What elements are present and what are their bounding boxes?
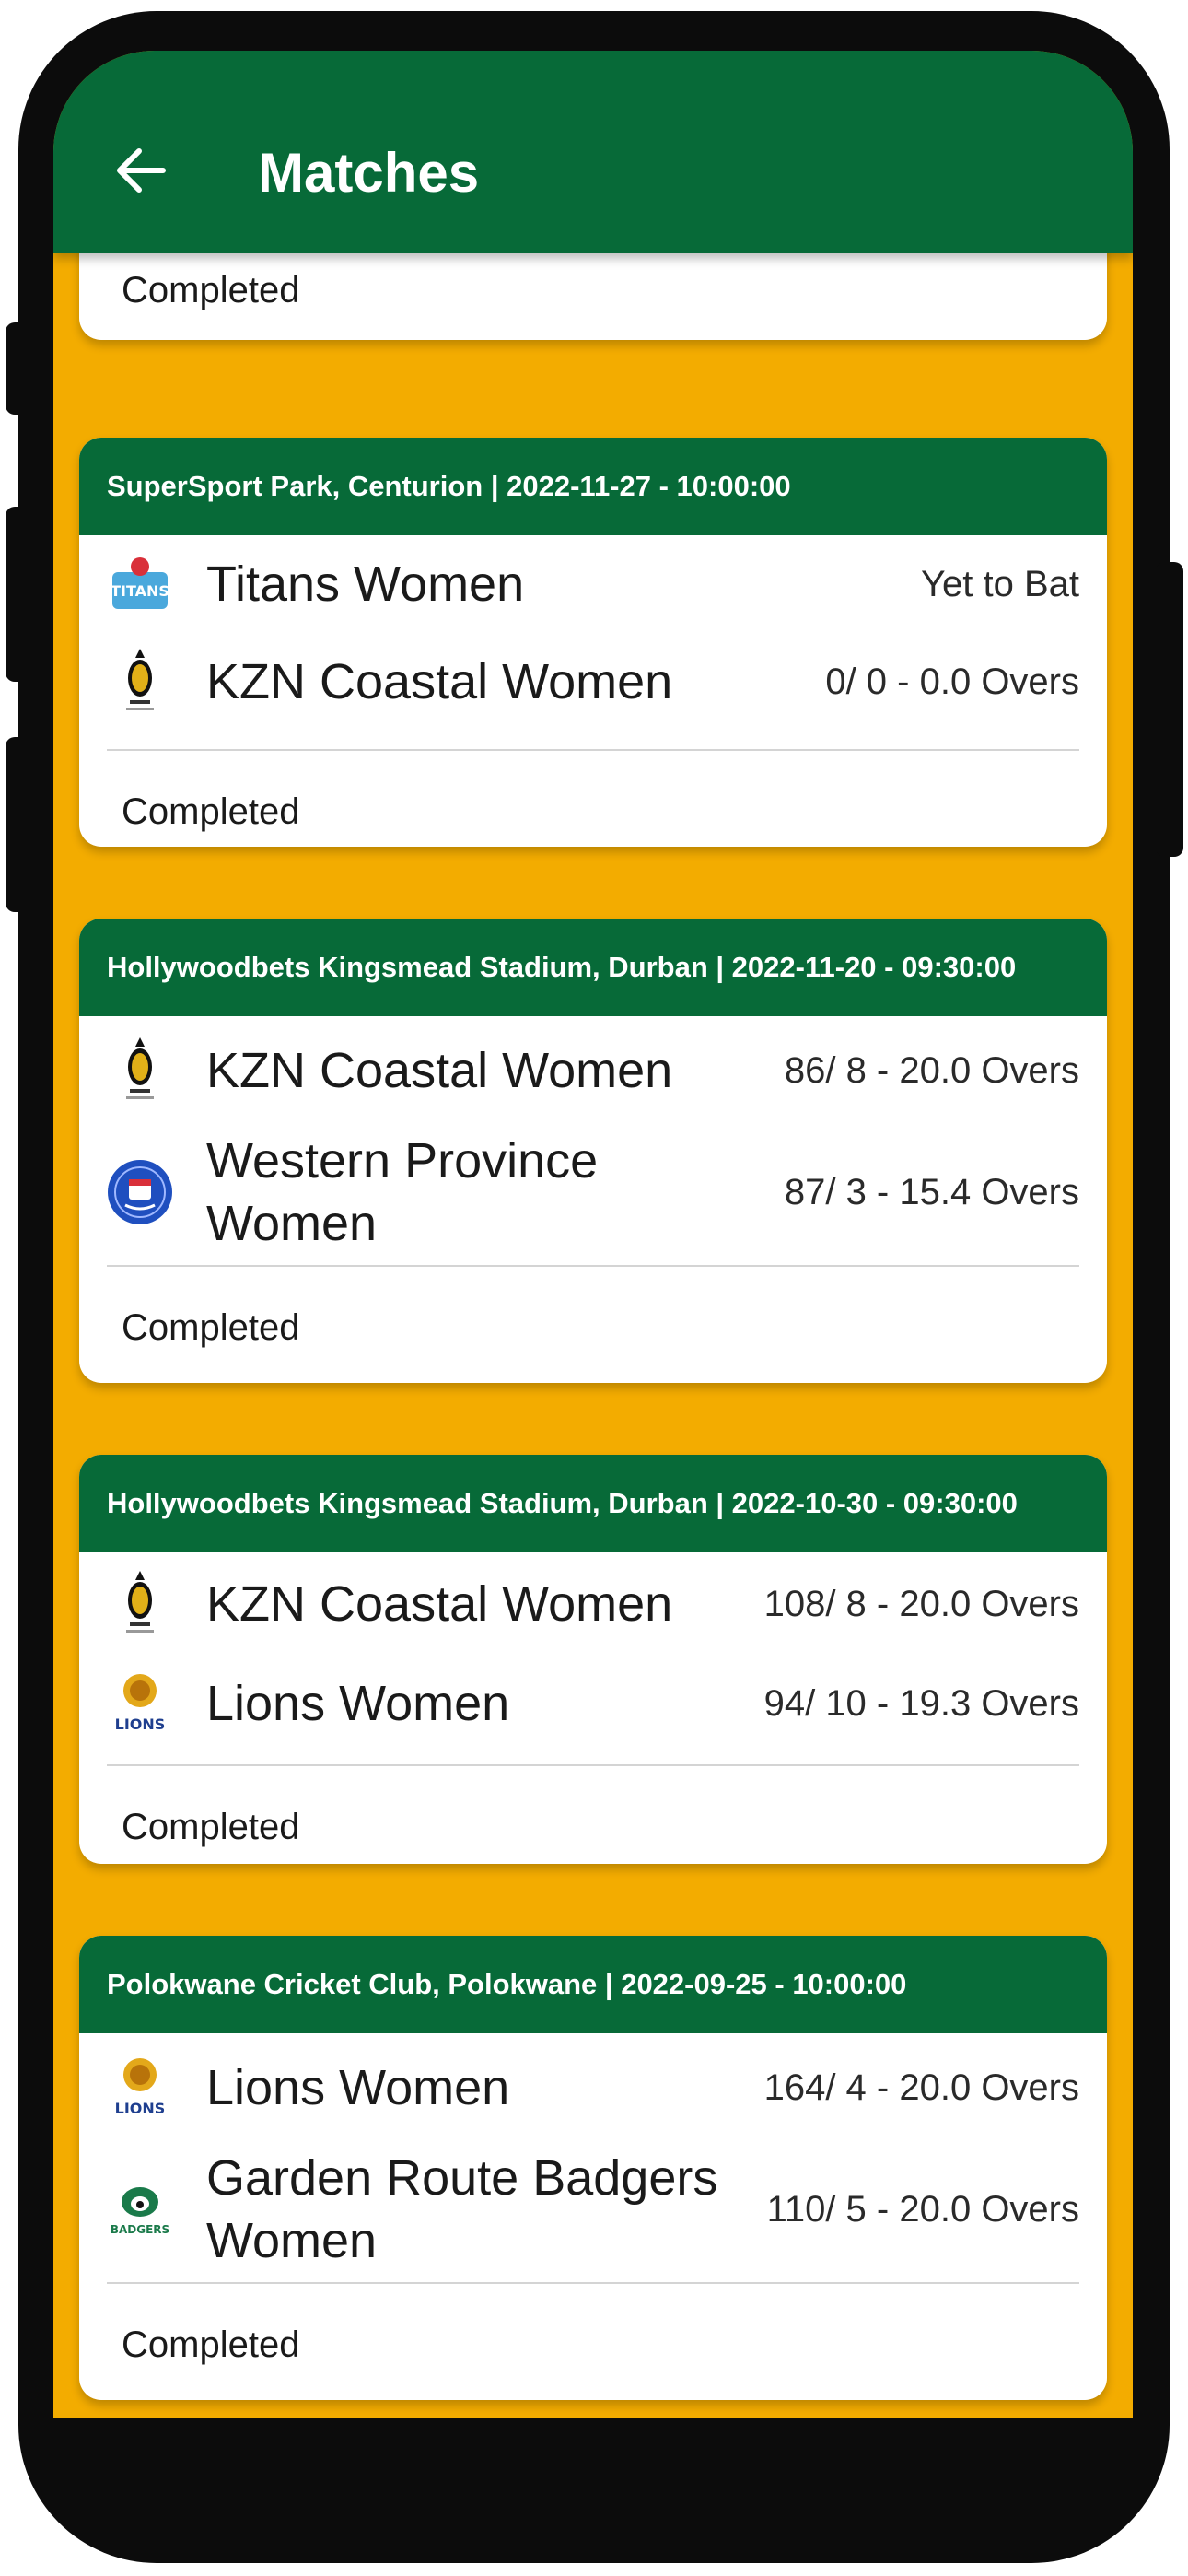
app-bar: Matches xyxy=(53,51,1133,253)
team-score: 164/ 4 - 20.0 Overs xyxy=(763,2067,1079,2108)
lions-logo-icon: LIONS xyxy=(107,1670,173,1737)
team-score: 86/ 8 - 20.0 Overs xyxy=(784,1049,1079,1091)
team-score: 108/ 8 - 20.0 Overs xyxy=(763,1583,1079,1624)
match-card[interactable]: Polokwane Cricket Club, Polokwane | 2022… xyxy=(79,1936,1107,2400)
match-card[interactable]: Completed xyxy=(79,253,1107,340)
phone-volume-up-button xyxy=(6,507,33,682)
svg-text:LIONS: LIONS xyxy=(115,2100,166,2117)
lions-logo-icon: LIONS xyxy=(107,2055,173,2121)
team-name: Garden Route Badgers Women xyxy=(206,2150,718,2268)
phone-volume-down-button xyxy=(6,737,33,912)
page-title: Matches xyxy=(258,142,480,204)
match-card[interactable]: Hollywoodbets Kingsmead Stadium, Durban … xyxy=(79,919,1107,1383)
match-status: Completed xyxy=(122,1807,300,1847)
team-name: Lions Women xyxy=(206,1676,510,1731)
match-card[interactable]: Hollywoodbets Kingsmead Stadium, Durban … xyxy=(79,1455,1107,1864)
team-score: 87/ 3 - 15.4 Overs xyxy=(784,1171,1079,1212)
back-arrow-icon xyxy=(117,148,166,193)
team-name: KZN Coastal Women xyxy=(206,1576,673,1632)
match-venue-header: Hollywoodbets Kingsmead Stadium, Durban … xyxy=(79,919,1107,1016)
match-venue-header: Hollywoodbets Kingsmead Stadium, Durban … xyxy=(79,1455,1107,1552)
svg-text:LIONS: LIONS xyxy=(115,1715,166,1733)
titans-logo-icon: TITANS xyxy=(107,551,173,617)
team-name: Titans Women xyxy=(206,556,525,612)
team-row: TITANS Titans Women Yet to Bat xyxy=(79,535,1107,633)
phone-side-button xyxy=(6,322,33,415)
svg-text:TITANS: TITANS xyxy=(111,582,169,600)
kzn-coastal-logo-icon xyxy=(107,1571,173,1637)
match-status: Completed xyxy=(122,1307,300,1348)
team-row: BADGERS Garden Route Badgers Women 110/ … xyxy=(79,2142,1107,2277)
team-score: 0/ 0 - 0.0 Overs xyxy=(825,661,1079,702)
svg-text:BADGERS: BADGERS xyxy=(111,2223,169,2236)
phone-power-button xyxy=(1156,562,1183,857)
western-province-logo-icon xyxy=(107,1159,173,1225)
team-row: KZN Coastal Women 108/ 8 - 20.0 Overs xyxy=(79,1552,1107,1656)
match-card[interactable]: SuperSport Park, Centurion | 2022-11-27 … xyxy=(79,438,1107,847)
kzn-coastal-logo-icon xyxy=(107,1037,173,1104)
team-name: Western Province Women xyxy=(206,1133,599,1251)
match-status: Completed xyxy=(122,791,300,832)
team-row: LIONS Lions Women 94/ 10 - 19.3 Overs xyxy=(79,1656,1107,1751)
match-venue-header: SuperSport Park, Centurion | 2022-11-27 … xyxy=(79,438,1107,535)
screen: Matches Completed SuperSport Park, Centu… xyxy=(53,51,1133,2418)
team-row: Western Province Women 87/ 3 - 15.4 Over… xyxy=(79,1125,1107,1259)
team-score: 110/ 5 - 20.0 Overs xyxy=(766,2188,1079,2230)
team-score: Yet to Bat xyxy=(921,563,1079,604)
team-name: Lions Women xyxy=(206,2060,510,2115)
team-row: LIONS Lions Women 164/ 4 - 20.0 Overs xyxy=(79,2033,1107,2142)
match-list[interactable]: Completed SuperSport Park, Centurion | 2… xyxy=(53,253,1133,2418)
match-status: Completed xyxy=(122,2324,300,2365)
team-score: 94/ 10 - 19.3 Overs xyxy=(763,1682,1079,1724)
kzn-coastal-logo-icon xyxy=(107,649,173,715)
match-status: Completed xyxy=(122,270,300,310)
garden-route-badgers-logo-icon: BADGERS xyxy=(107,2176,173,2242)
match-venue-header: Polokwane Cricket Club, Polokwane | 2022… xyxy=(79,1936,1107,2033)
team-row: KZN Coastal Women 0/ 0 - 0.0 Overs xyxy=(79,633,1107,731)
team-name: KZN Coastal Women xyxy=(206,1043,673,1098)
back-button[interactable] xyxy=(109,138,173,203)
team-row: KZN Coastal Women 86/ 8 - 20.0 Overs xyxy=(79,1016,1107,1125)
team-name: KZN Coastal Women xyxy=(206,654,673,709)
